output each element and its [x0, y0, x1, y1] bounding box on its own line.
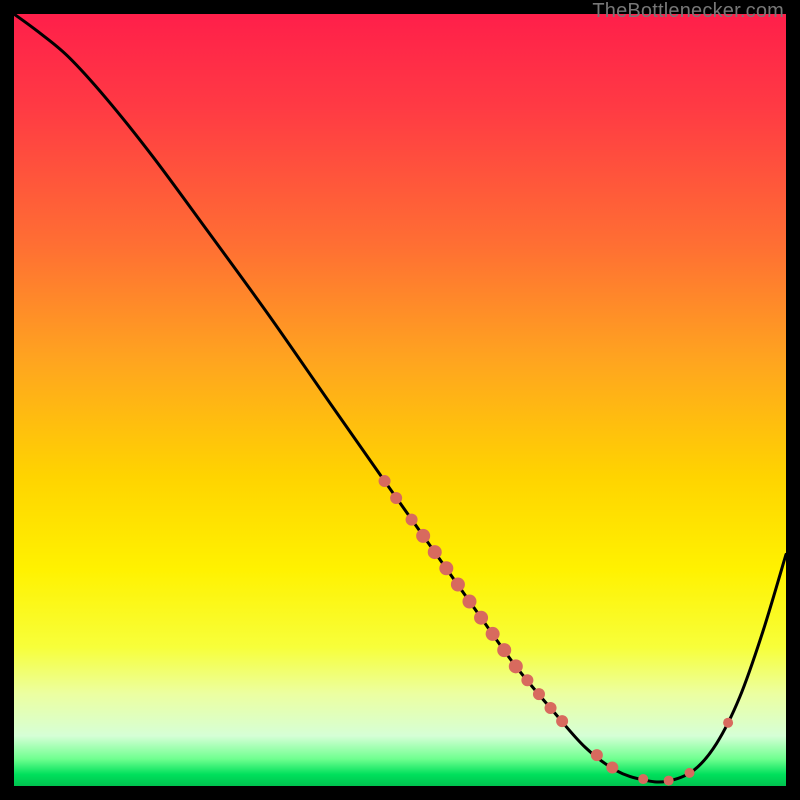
data-marker	[406, 514, 418, 526]
chart-frame	[14, 14, 786, 786]
data-marker	[521, 674, 533, 686]
chart-svg	[14, 14, 786, 786]
data-marker	[379, 475, 391, 487]
data-marker	[486, 627, 500, 641]
data-marker	[606, 761, 618, 773]
gradient-background	[14, 14, 786, 786]
data-marker	[533, 688, 545, 700]
data-marker	[462, 594, 476, 608]
data-marker	[416, 529, 430, 543]
data-marker	[439, 561, 453, 575]
data-marker	[451, 578, 465, 592]
data-marker	[638, 774, 648, 784]
data-marker	[509, 659, 523, 673]
data-marker	[723, 718, 733, 728]
data-marker	[591, 749, 603, 761]
data-marker	[664, 776, 674, 786]
data-marker	[428, 545, 442, 559]
data-marker	[556, 715, 568, 727]
watermark-text: TheBottlenecker.com	[592, 0, 784, 23]
data-marker	[390, 492, 402, 504]
data-marker	[497, 643, 511, 657]
data-marker	[474, 611, 488, 625]
data-marker	[545, 702, 557, 714]
data-marker	[685, 768, 695, 778]
